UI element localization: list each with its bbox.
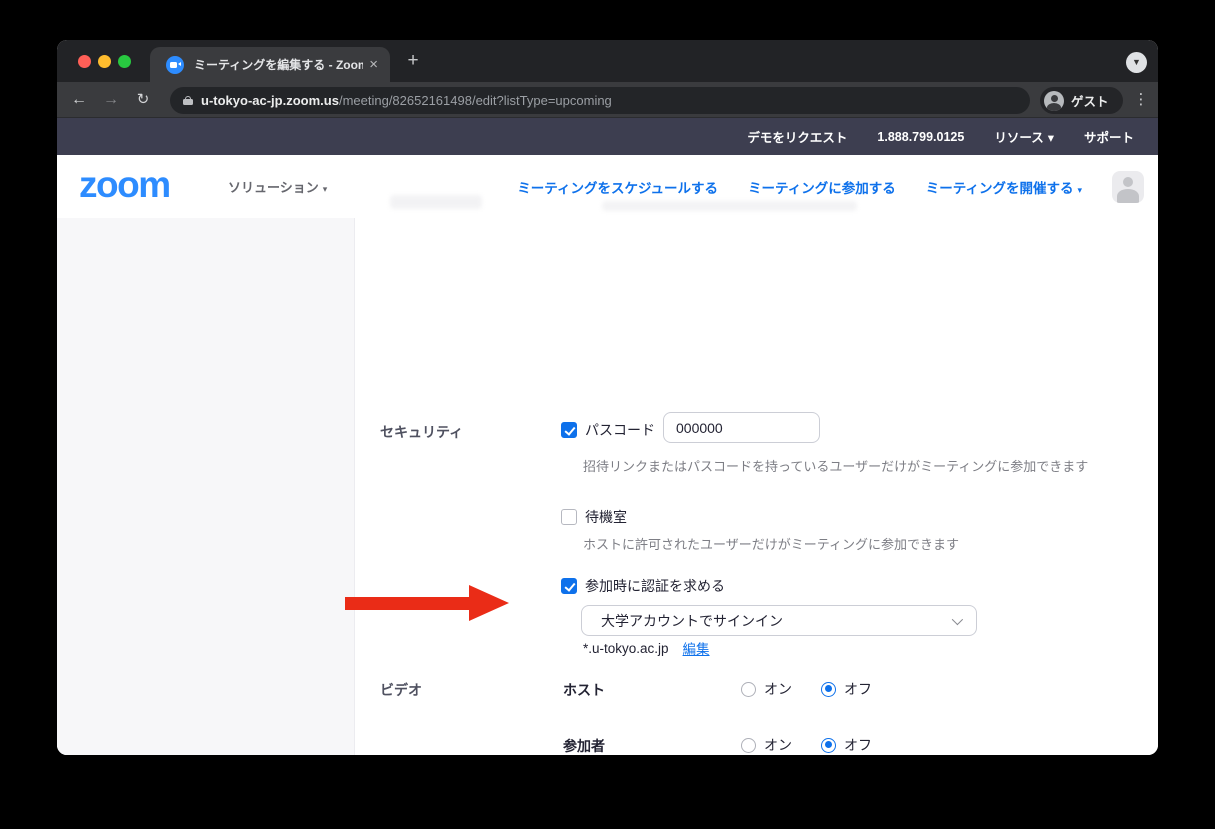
url-text: u-tokyo-ac-jp.zoom.us/meeting/8265216149… [201,93,612,108]
passcode-input[interactable] [663,412,820,443]
join-meeting-link[interactable]: ミーティングに参加する [748,177,896,197]
url-path: /meeting/82652161498/edit?listType=upcom… [339,93,612,108]
video-participant-label: 参加者 [563,736,605,755]
schedule-meeting-link[interactable]: ミーティングをスケジュールする [517,177,718,197]
back-icon[interactable]: ← [66,87,92,113]
close-tab-icon[interactable]: × [369,56,378,73]
auth-domain-edit-link[interactable]: 編集 [683,638,710,658]
video-participant-on-radio[interactable] [741,738,756,753]
video-host-on-radio[interactable] [741,682,756,697]
site-header: zoom ソリューション▾ ミーティングをスケジュールする ミーティングに参加す… [57,155,1158,218]
require-auth-label: 参加時に認証を求める [585,576,725,596]
url-domain: u-tokyo-ac-jp.zoom.us [201,93,339,108]
chevron-down-icon: ▾ [1077,185,1082,195]
chevron-down-icon [952,613,963,624]
chevron-down-icon: ▾ [1048,131,1054,145]
close-window-button[interactable] [78,55,91,68]
zoom-logo[interactable]: zoom [79,163,170,207]
account-avatar[interactable] [1112,171,1144,203]
ghost-content [390,195,482,209]
video-host-off-label: オフ [844,679,872,699]
topbar-request-demo[interactable]: デモをリクエスト [747,127,847,146]
tab-title: ミーティングを編集する - Zoom [194,56,363,73]
new-tab-button[interactable]: + [401,49,425,73]
address-bar[interactable]: u-tokyo-ac-jp.zoom.us/meeting/8265216149… [170,87,1030,114]
meeting-edit-form: セキュリティ パスコード 招待リンクまたはパスコードを持っているユーザーだけがミ… [57,218,1158,755]
auth-method-value: 大学アカウントでサインイン [601,611,952,631]
host-meeting-link[interactable]: ミーティングを開催する▾ [926,177,1082,197]
chevron-down-icon: ▾ [323,184,328,194]
person-icon [1044,91,1064,111]
guest-label: ゲスト [1071,91,1109,110]
browser-toolbar: ← → ↻ u-tokyo-ac-jp.zoom.us/meeting/8265… [57,82,1158,118]
desktop-backdrop: ミーティングを編集する - Zoom × + ▼ ← → ↻ u-tokyo-a… [0,0,1215,829]
security-section-label: セキュリティ [380,422,463,442]
solutions-menu[interactable]: ソリューション▾ [228,177,327,196]
video-participant-on-label: オン [764,735,792,755]
zoom-favicon-icon [166,56,184,74]
waiting-room-desc: ホストに許可されたユーザーだけがミーティングに参加できます [583,534,959,553]
browser-menu-icon[interactable]: ⋮ [1128,87,1154,113]
annotation-arrowhead-icon [469,585,509,621]
annotation-arrow [345,597,471,610]
forward-icon[interactable]: → [98,87,124,113]
video-host-off-radio[interactable] [821,682,836,697]
video-section-label: ビデオ [380,680,422,700]
topbar-resources[interactable]: リソース▾ [994,127,1054,146]
auth-domain: *.u-tokyo.ac.jp [583,641,669,656]
passcode-desc: 招待リンクまたはパスコードを持っているユーザーだけがミーティングに参加できます [583,456,1088,475]
auth-method-select[interactable]: 大学アカウントでサインイン [581,605,977,636]
reload-icon[interactable]: ↻ [130,87,156,113]
waiting-room-checkbox[interactable] [561,509,577,525]
browser-tab[interactable]: ミーティングを編集する - Zoom × [150,47,390,82]
site-topbar: デモをリクエスト 1.888.799.0125 リソース▾ サポート [57,118,1158,155]
require-auth-checkbox[interactable] [561,578,577,594]
passcode-checkbox[interactable] [561,422,577,438]
topbar-support[interactable]: サポート [1084,127,1134,146]
topbar-phone[interactable]: 1.888.799.0125 [877,130,964,144]
sidebar [57,218,355,755]
video-participant-off-label: オフ [844,735,872,755]
profile-button[interactable]: ゲスト [1040,87,1123,114]
tab-strip: ミーティングを編集する - Zoom × + ▼ [57,40,1158,82]
lock-icon [183,96,193,105]
waiting-room-label: 待機室 [585,507,627,527]
minimize-window-button[interactable] [98,55,111,68]
video-host-on-label: オン [764,679,792,699]
tab-search-icon[interactable]: ▼ [1126,52,1147,73]
passcode-label: パスコード [585,420,655,440]
video-host-label: ホスト [563,680,605,700]
zoom-window-button[interactable] [118,55,131,68]
video-participant-off-radio[interactable] [821,738,836,753]
browser-window: ミーティングを編集する - Zoom × + ▼ ← → ↻ u-tokyo-a… [57,40,1158,755]
